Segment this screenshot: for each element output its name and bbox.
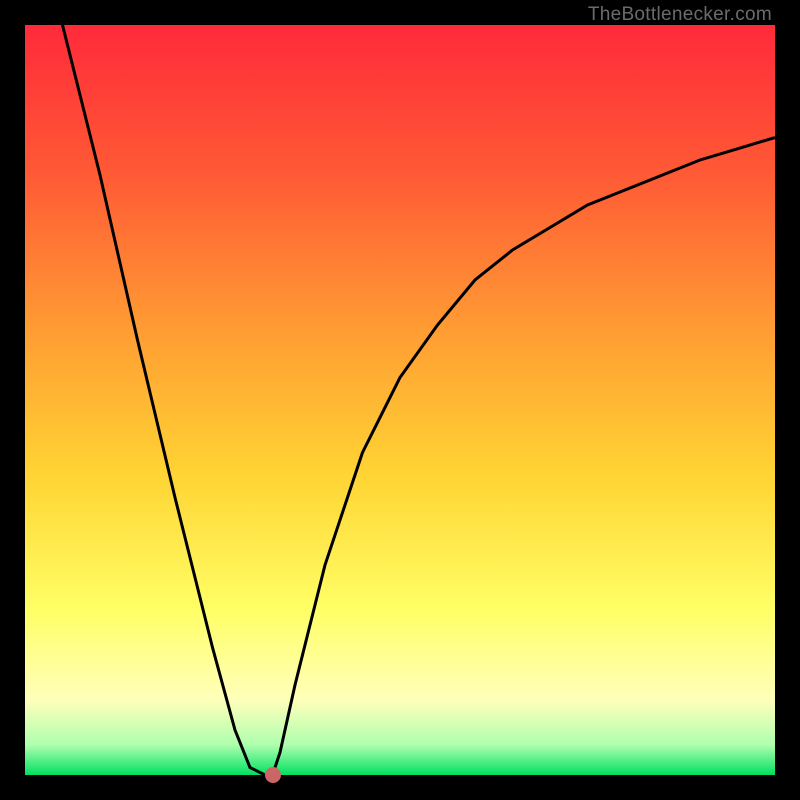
bottleneck-curve [25,25,775,775]
optimal-point-marker [265,767,281,783]
watermark-text: TheBottlenecker.com [588,4,772,26]
